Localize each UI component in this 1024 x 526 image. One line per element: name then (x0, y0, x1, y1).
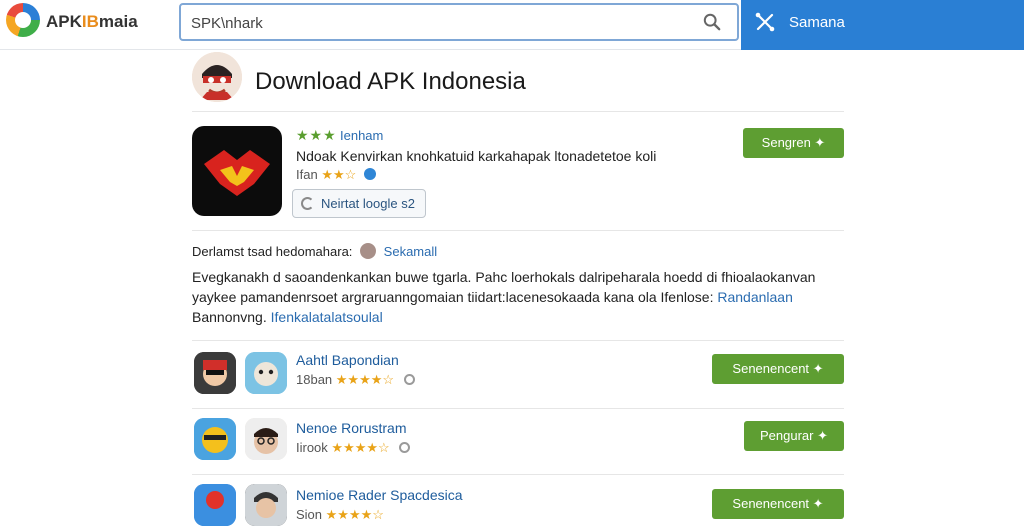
app-title[interactable]: Nemioe Rader Spacdesica (296, 487, 463, 503)
download-button[interactable]: Senenencent ✦ (712, 354, 844, 384)
app-icon[interactable] (194, 418, 236, 460)
loading-icon (301, 197, 314, 210)
logo-text[interactable]: APKIBmaia (46, 12, 138, 32)
download-button[interactable]: Senenencent ✦ (712, 489, 844, 519)
featured-rating-stars: ★★★ (296, 127, 337, 143)
description-text: Bannonvng. (192, 309, 267, 325)
divider (192, 408, 844, 409)
app-meta-label: Iirook (296, 440, 328, 455)
developer-line: Derlamst tsad hedomahara: Sekamall (192, 243, 437, 259)
logo-text-part: maia (98, 12, 138, 31)
app-icon[interactable] (194, 352, 236, 394)
description-link[interactable]: Ifenkalatalatsoulal (271, 309, 383, 325)
app-title[interactable]: Nenoe Rorustram (296, 420, 407, 436)
divider (192, 474, 844, 475)
avatar (192, 52, 242, 102)
rating-stars: ★★★★☆ (335, 372, 395, 387)
account-bar[interactable]: Samana (741, 0, 1024, 50)
featured-meta-label: Ifan (296, 167, 318, 182)
featured-meta-stars: ★★☆ (321, 167, 357, 182)
top-bar: APKIBmaia Samana (0, 0, 1024, 50)
featured-app-description: Ndoak Kenvirkan knohkatuid karkahapak lt… (296, 148, 657, 164)
app-icon[interactable] (245, 484, 287, 526)
app-icon[interactable] (194, 484, 236, 526)
divider (192, 340, 844, 341)
divider (192, 230, 844, 231)
secondary-button-label: Neirtat loogle s2 (321, 196, 415, 211)
description-line-2: yaykee pamandenrsoet argraruanngomaian t… (192, 289, 793, 305)
logo-text-part: APK (46, 12, 82, 31)
info-icon[interactable] (403, 374, 415, 385)
divider (192, 111, 844, 112)
rating-stars: ★★★★☆ (331, 440, 390, 455)
developer-avatar (360, 243, 377, 259)
description-link[interactable]: Randanlaan (717, 289, 793, 305)
featured-app-icon[interactable] (192, 126, 282, 216)
verified-icon (363, 168, 376, 180)
description-line-1: Evegkanakh d saoandenkankan buwe tgarla.… (192, 269, 816, 285)
app-icon[interactable] (245, 352, 287, 394)
developer-prefix: Derlamst tsad hedomahara: (192, 244, 353, 259)
download-button[interactable]: Sengren ✦ (743, 128, 844, 158)
page-title: Download APK Indonesia (255, 68, 526, 95)
description-text: yaykee pamandenrsoet argraruanngomaian t… (192, 289, 714, 305)
info-icon[interactable] (399, 442, 411, 453)
search-box[interactable] (179, 3, 739, 41)
sync-icon[interactable] (753, 10, 777, 34)
search-input[interactable] (191, 13, 681, 33)
description-line-3: Bannonvng. Ifenkalatalatsoulal (192, 309, 383, 325)
rating-stars: ★★★★☆ (325, 507, 384, 522)
account-label[interactable]: Samana (789, 14, 845, 31)
secondary-button[interactable]: Neirtat loogle s2 (292, 189, 426, 218)
app-meta: 18ban ★★★★☆ (296, 372, 415, 388)
developer-link[interactable]: Sekamall (384, 244, 437, 259)
app-icon[interactable] (245, 418, 287, 460)
app-meta-label: Sion (296, 507, 323, 522)
search-icon[interactable] (703, 13, 721, 31)
logo-icon[interactable] (6, 3, 40, 37)
logo-text-part: IB (81, 12, 99, 31)
download-button[interactable]: Pengurar ✦ (744, 421, 844, 451)
app-meta: Iirook ★★★★☆ (296, 440, 411, 456)
app-meta: Sion ★★★★☆ (296, 507, 384, 523)
featured-app-name[interactable]: Ienham (340, 128, 383, 143)
featured-app-meta: Ifan ★★☆ (296, 167, 376, 183)
app-title[interactable]: Aahtl Bapondian (296, 352, 399, 368)
app-meta-label: 18ban (296, 372, 333, 387)
